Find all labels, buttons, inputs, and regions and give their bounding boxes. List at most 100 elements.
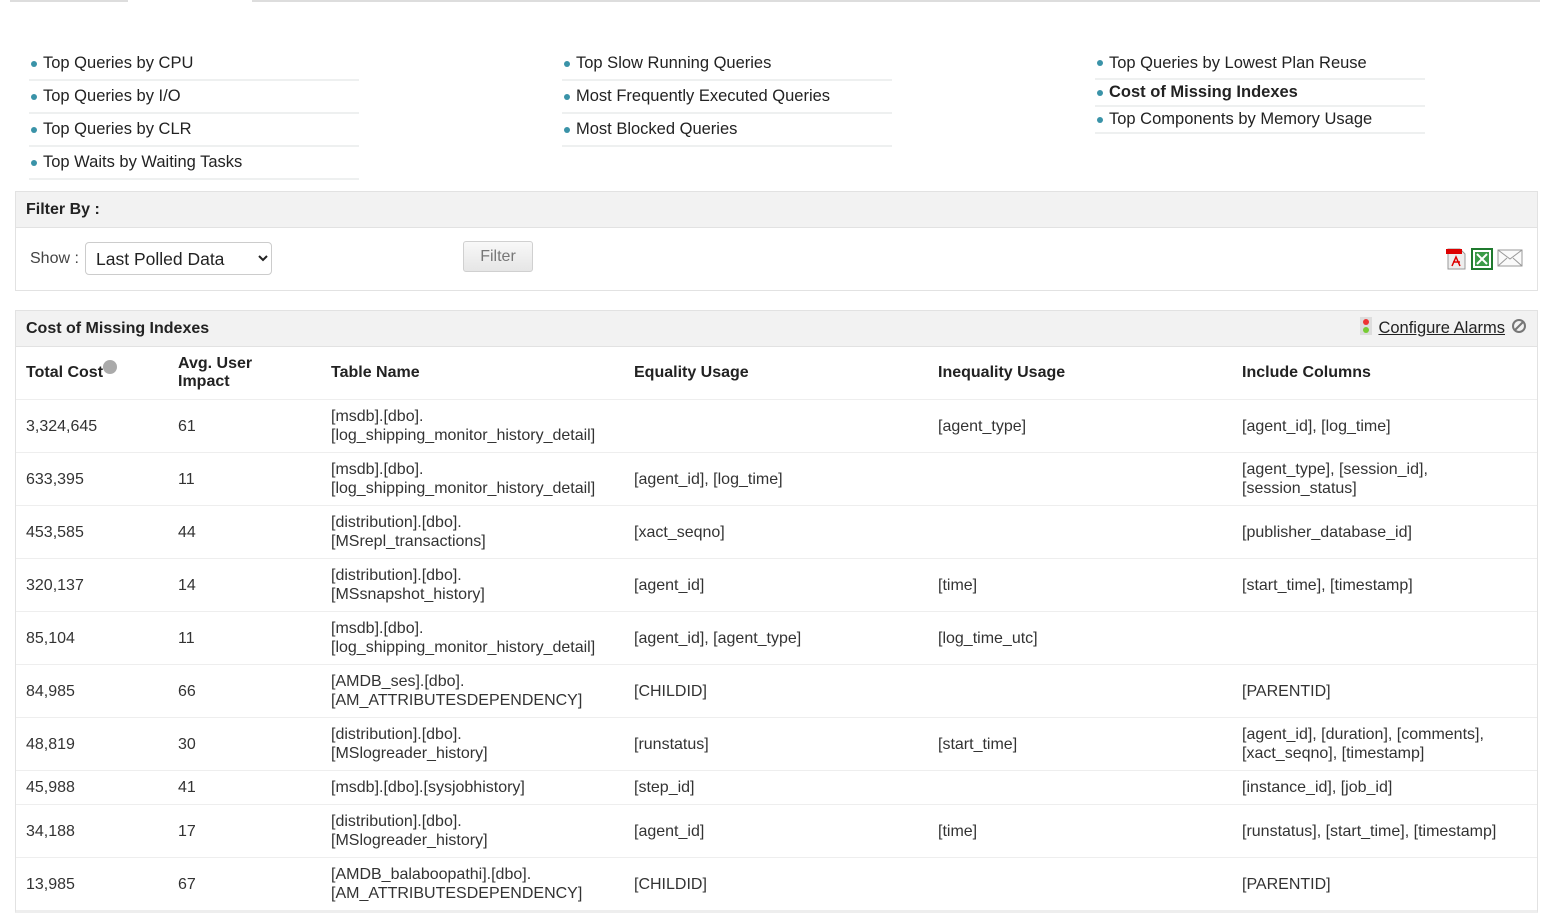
report-link[interactable]: Top Queries by Lowest Plan Reuse <box>1095 48 1425 80</box>
table-row: 84,985 66 [AMDB_ses].[dbo]. [AM_ATTRIBUTES… <box>16 664 1537 718</box>
table-cell: [msdb].[dbo]. [log_shipping_monitor_hist… <box>321 399 624 453</box>
table-cell <box>928 664 1232 718</box>
table-row: 34,188 17 [distribution].[dbo]. [MSlogread… <box>16 804 1537 858</box>
table-cell: [agent_id], [log_time] <box>1232 399 1537 453</box>
report-link[interactable]: Top Queries by CPU <box>29 48 359 81</box>
table-cell: 41 <box>168 770 321 805</box>
table-cell: [instance_id], [job_id] <box>1232 770 1537 805</box>
excel-export-icon[interactable] <box>1471 248 1493 270</box>
email-icon[interactable] <box>1497 248 1523 268</box>
table-cell: [agent_id], [log_time] <box>624 452 928 506</box>
column-header: Include Columns <box>1232 347 1537 400</box>
table-cell: [start_time], [timestamp] <box>1232 558 1537 612</box>
table-cell: [runstatus] <box>624 717 928 771</box>
column-header-label: Table Name <box>331 364 420 381</box>
table-row: 320,137 14 [distribution].[dbo]. [MSsnapsh… <box>16 558 1537 612</box>
column-header: Avg. User Impact <box>168 347 321 400</box>
table-cell: [msdb].[dbo]. [log_shipping_monitor_hist… <box>321 452 624 506</box>
bullet-icon <box>1097 89 1103 96</box>
table-cell: 66 <box>168 664 321 718</box>
sort-indicator-icon <box>103 360 118 374</box>
table-row: 45,988 41 [msdb].[dbo].[sysjobhistory] [ste… <box>16 770 1537 805</box>
report-link[interactable]: Top Queries by CLR <box>29 114 359 147</box>
table-cell: [time] <box>928 558 1232 612</box>
table-cell: [agent_id], [duration], [comments], [xac… <box>1232 717 1537 771</box>
bullet-icon <box>31 159 37 166</box>
table-cell: 44 <box>168 505 321 559</box>
table-cell: [PARENTID] <box>1232 664 1537 718</box>
table-cell: 45,988 <box>16 770 168 805</box>
table-row: 48,819 30 [distribution].[dbo]. [MSlogread… <box>16 717 1537 771</box>
filter-panel: Filter By : Show : Last Polled Data Filt… <box>15 191 1538 291</box>
show-select[interactable]: Last Polled Data <box>85 242 272 275</box>
table-cell <box>928 452 1232 506</box>
report-link[interactable]: Most Blocked Queries <box>562 114 892 147</box>
filter-button[interactable]: Filter <box>463 241 533 272</box>
missing-indexes-table: Total Cost Avg. User Impact Table Name Equa… <box>16 347 1537 911</box>
table-cell: [agent_id] <box>624 558 928 612</box>
table-cell: [distribution].[dbo]. [MSrepl_transactio… <box>321 505 624 559</box>
report-link[interactable]: Top Queries by I/O <box>29 81 359 114</box>
alarm-status-icon <box>1360 317 1373 340</box>
report-link[interactable]: Cost of Missing Indexes <box>1095 80 1425 107</box>
report-link-label: Top Queries by Lowest Plan Reuse <box>1109 53 1367 72</box>
table-cell: 17 <box>168 804 321 858</box>
table-row: 85,104 11 [msdb].[dbo]. [log_shipping_moni… <box>16 611 1537 665</box>
table-cell: [distribution].[dbo]. [MSlogreader_histo… <box>321 717 624 771</box>
report-links-col3: Top Queries by Lowest Plan Reuse Cost of … <box>1095 48 1425 134</box>
report-link-label: Cost of Missing Indexes <box>1109 83 1298 101</box>
bullet-icon <box>564 93 570 100</box>
table-cell: [distribution].[dbo]. [MSlogreader_histo… <box>321 804 624 858</box>
filter-title: Filter By : <box>16 192 1537 228</box>
table-cell: [AMDB_balaboopathi].[dbo]. [AM_ATTRIBUTE… <box>321 857 624 911</box>
table-row: 453,585 44 [distribution].[dbo]. [MSrepl_t… <box>16 505 1537 559</box>
column-header[interactable]: Total Cost <box>16 347 168 400</box>
table-cell: [msdb].[dbo]. [log_shipping_monitor_hist… <box>321 611 624 665</box>
table-row: 13,985 67 [AMDB_balaboopathi].[dbo]. [AM_A… <box>16 857 1537 911</box>
report-link-label: Most Blocked Queries <box>576 120 738 138</box>
report-link[interactable]: Most Frequently Executed Queries <box>562 81 892 114</box>
table-cell: [publisher_database_id] <box>1232 505 1537 559</box>
report-link-label: Most Frequently Executed Queries <box>576 87 831 105</box>
pdf-export-icon[interactable] <box>1445 248 1467 270</box>
table-cell: 11 <box>168 452 321 506</box>
table-cell: 11 <box>168 611 321 665</box>
report-link[interactable]: Top Components by Memory Usage <box>1095 107 1425 134</box>
show-label: Show : <box>30 250 79 267</box>
table-cell: [runstatus], [start_time], [timestamp] <box>1232 804 1537 858</box>
table-cell: 13,985 <box>16 857 168 911</box>
column-header: Equality Usage <box>624 347 928 400</box>
report-link-label: Top Components by Memory Usage <box>1109 110 1373 128</box>
report-link-label: Top Queries by I/O <box>43 87 181 105</box>
column-header-label: Equality Usage <box>634 364 749 381</box>
bullet-icon <box>31 93 37 100</box>
table-title: Cost of Missing Indexes <box>26 319 210 337</box>
table-cell: 30 <box>168 717 321 771</box>
configure-alarms-link[interactable]: Configure Alarms <box>1378 319 1505 338</box>
table-cell <box>928 770 1232 805</box>
table-cell <box>624 399 928 453</box>
table-cell: [agent_id] <box>624 804 928 858</box>
column-header: Table Name <box>321 347 624 400</box>
disabled-icon[interactable] <box>1511 318 1527 339</box>
bullet-icon <box>564 60 570 67</box>
table-cell: 14 <box>168 558 321 612</box>
report-link[interactable]: Top Waits by Waiting Tasks <box>29 147 359 180</box>
table-cell: 3,324,645 <box>16 399 168 453</box>
report-links-col2: Top Slow Running Queries Most Frequently … <box>562 48 892 147</box>
report-link-label: Top Queries by CLR <box>43 120 192 138</box>
table-cell: 67 <box>168 857 321 911</box>
table-cell: 453,585 <box>16 505 168 559</box>
table-cell: [CHILDID] <box>624 857 928 911</box>
report-link-label: Top Slow Running Queries <box>576 54 772 72</box>
column-header: Inequality Usage <box>928 347 1232 400</box>
table-cell: [log_time_utc] <box>928 611 1232 665</box>
top-tabs <box>0 0 1540 2</box>
table-cell: [PARENTID] <box>1232 857 1537 911</box>
table-cell: [msdb].[dbo].[sysjobhistory] <box>321 770 624 805</box>
report-link[interactable]: Top Slow Running Queries <box>562 48 892 81</box>
column-header-label: Avg. User Impact <box>178 355 253 390</box>
table-cell <box>928 505 1232 559</box>
table-cell: [agent_type], [session_id], [session_sta… <box>1232 452 1537 506</box>
bullet-icon <box>1097 60 1103 66</box>
